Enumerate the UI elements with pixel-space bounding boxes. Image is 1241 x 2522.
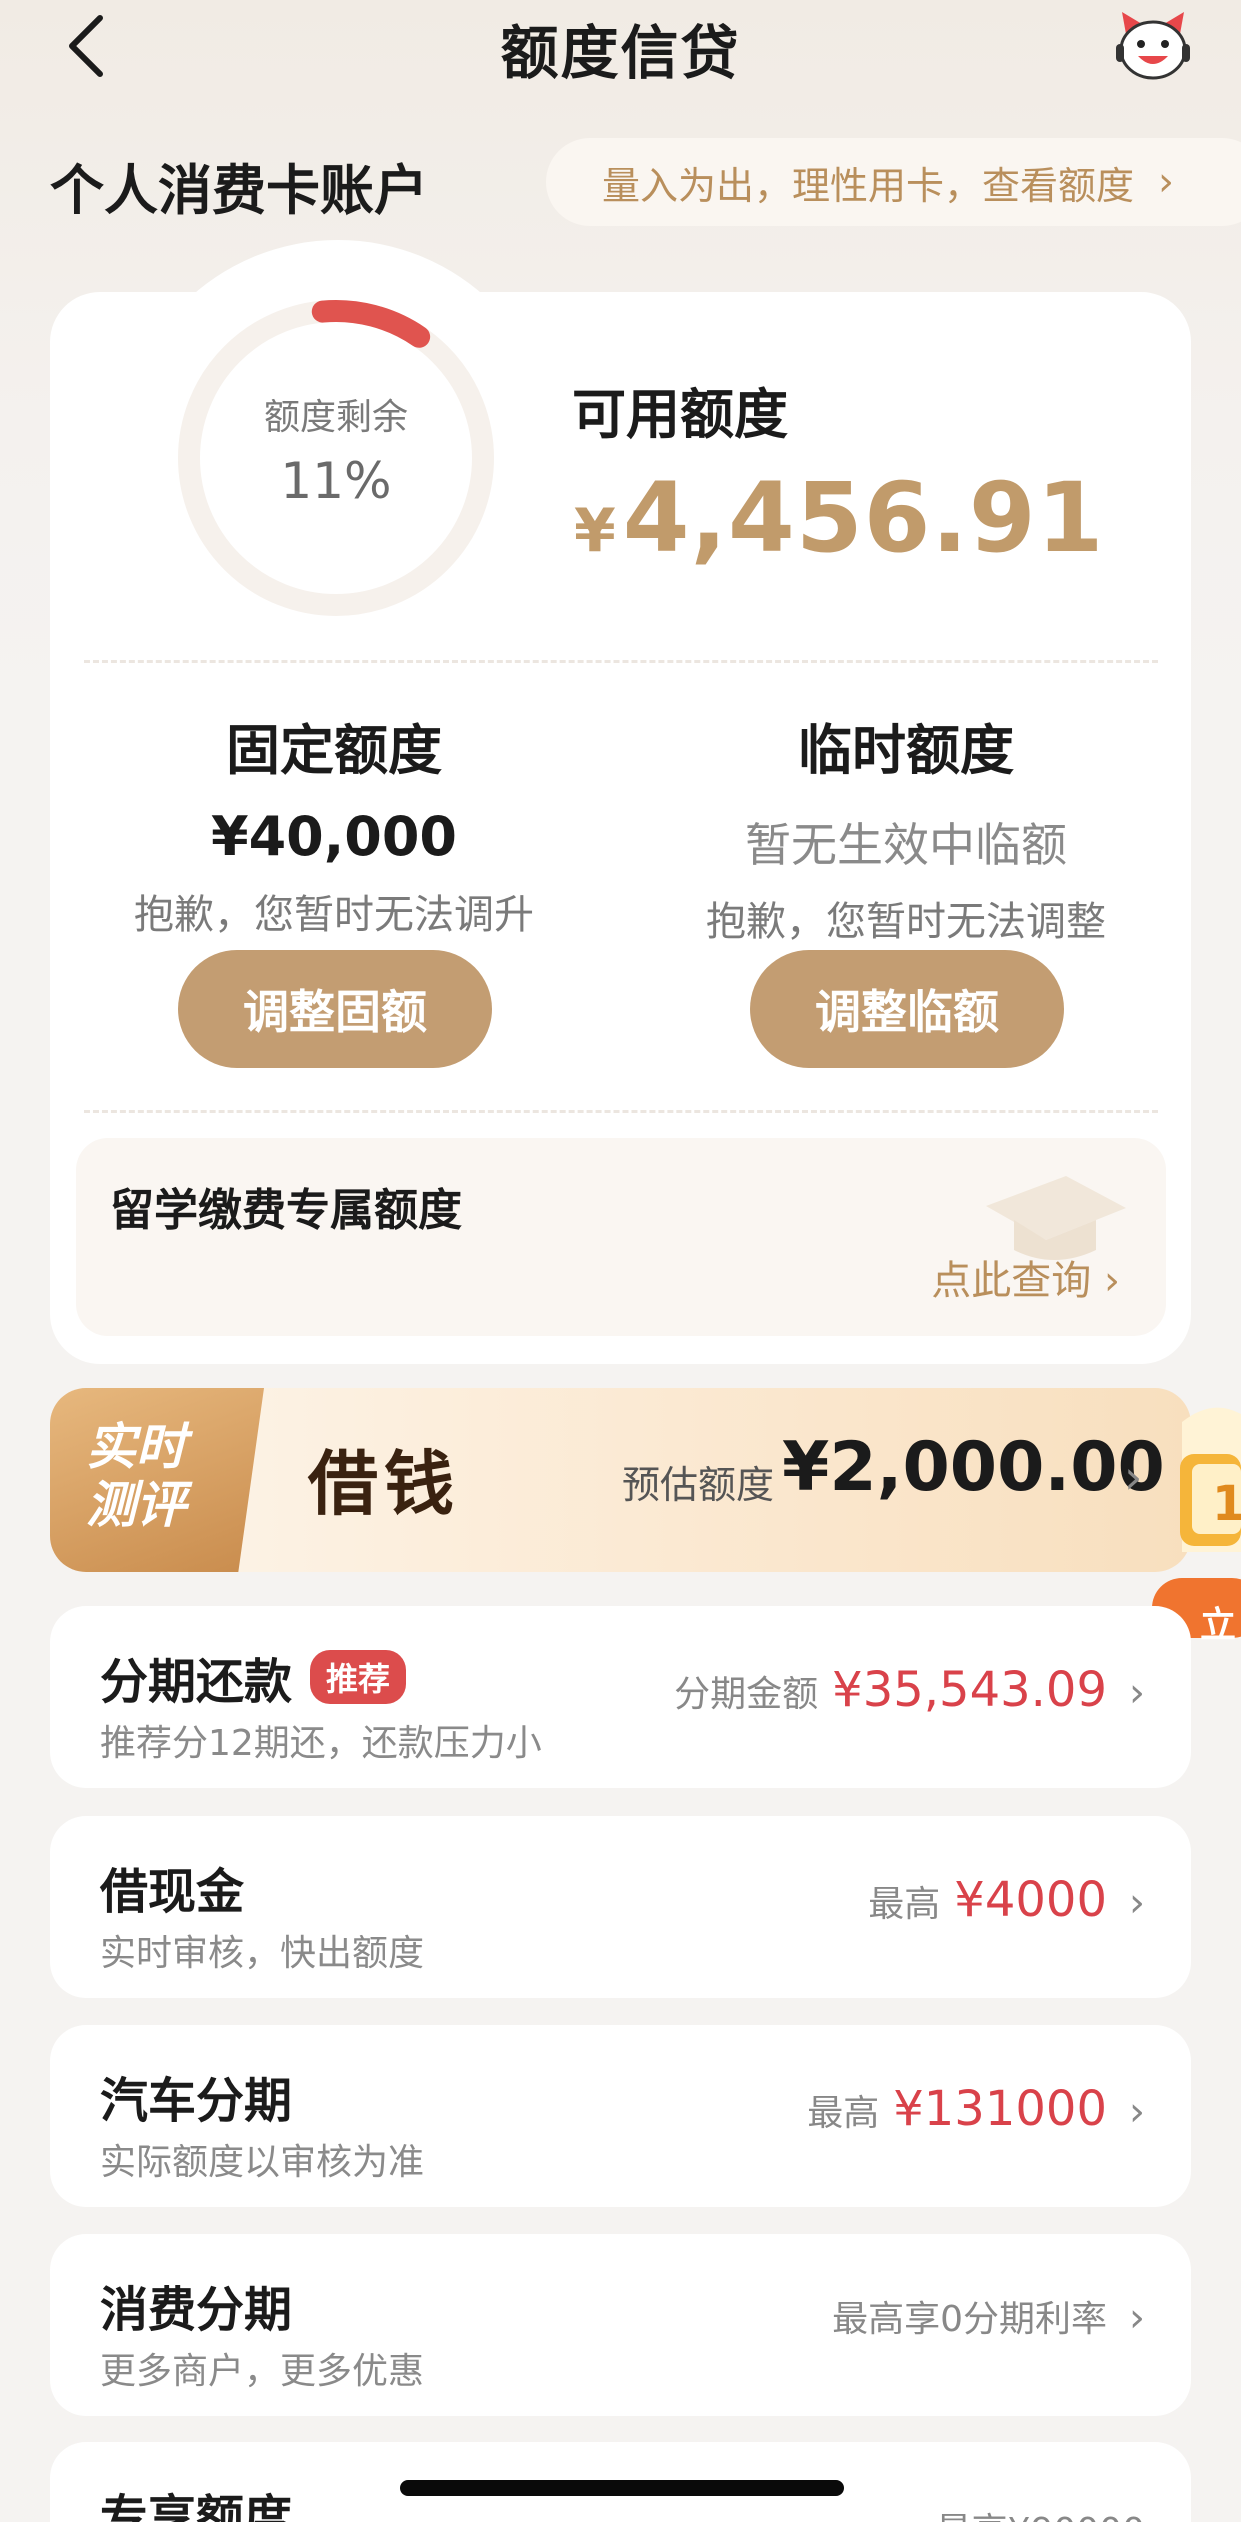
fixed-limit-note: 抱歉，您暂时无法调升 bbox=[134, 892, 534, 938]
adjust-temp-limit-button[interactable]: 调整临额 bbox=[750, 950, 1064, 1068]
borrow-money-banner[interactable]: 实时 测评 借钱 预估额度 ¥2,000.00 › bbox=[50, 1388, 1191, 1572]
fixed-limit-value: ¥40,000 bbox=[211, 805, 457, 868]
temp-limit-note: 抱歉，您暂时无法调整 bbox=[706, 899, 1106, 945]
row-right-info: 最高¥90000 bbox=[936, 2502, 1145, 2522]
divider bbox=[84, 660, 1158, 663]
chevron-right-icon: › bbox=[1129, 1880, 1145, 1926]
row-subtitle: 更多商户，更多优惠 bbox=[100, 2351, 425, 2392]
currency-symbol: ¥ bbox=[574, 496, 617, 566]
estimate-amount: ¥2,000.00 bbox=[782, 1428, 1165, 1507]
fixed-limit-column: 固定额度 ¥40,000 抱歉，您暂时无法调升 bbox=[54, 706, 614, 940]
chevron-right-icon: › bbox=[1129, 2295, 1145, 2341]
consumer-installment-row[interactable]: 消费分期 更多商户，更多优惠 最高享0分期利率 › bbox=[50, 2234, 1191, 2416]
study-abroad-query-link[interactable]: 点此查询 › bbox=[931, 1248, 1120, 1306]
available-credit-label: 可用额度 bbox=[572, 383, 788, 446]
row-right-label: 最高 bbox=[807, 2093, 880, 2134]
chevron-right-icon: › bbox=[1158, 159, 1175, 205]
badge-line-2: 测评 bbox=[86, 1476, 186, 1534]
row-title: 借现金 bbox=[100, 1864, 245, 1920]
recommend-badge: 推荐 bbox=[310, 1650, 407, 1704]
temp-limit-column: 临时额度 暂无生效中临额 抱歉，您暂时无法调整 bbox=[626, 706, 1186, 947]
temp-limit-value: 暂无生效中临额 bbox=[745, 818, 1067, 872]
row-title: 汽车分期 bbox=[100, 2073, 293, 2129]
badge-line-1: 实时 bbox=[86, 1418, 186, 1476]
floating-widget-label: 立 bbox=[1200, 1605, 1237, 1646]
remaining-ring-arc bbox=[311, 300, 431, 348]
row-right-label: 分期金额 bbox=[674, 1674, 819, 1715]
row-right-label: 最高¥90000 bbox=[936, 2502, 1145, 2522]
chevron-right-icon: › bbox=[1129, 2089, 1145, 2135]
row-right-amount: ¥4000 bbox=[954, 1872, 1107, 1928]
borrow-title: 借钱 bbox=[308, 1442, 460, 1525]
remaining-label: 额度剩余 bbox=[263, 397, 408, 438]
estimate-label: 预估额度 bbox=[622, 1463, 775, 1507]
row-subtitle: 推荐分12期还，还款压力小 bbox=[100, 1723, 542, 1764]
page-title: 额度信贷 bbox=[500, 19, 741, 87]
divider bbox=[84, 1110, 1158, 1113]
remaining-percent: 11% bbox=[280, 452, 392, 510]
account-title: 个人消费卡账户 bbox=[50, 159, 428, 222]
available-amount-value: 4,456.91 bbox=[622, 462, 1105, 574]
row-right-amount: ¥35,543.09 bbox=[832, 1662, 1107, 1718]
query-link-text: 点此查询 bbox=[931, 1258, 1092, 1304]
installment-repay-row[interactable]: 分期还款 推荐 推荐分12期还，还款压力小 分期金额 ¥35,543.09 › bbox=[50, 1606, 1191, 1788]
adjust-fixed-limit-button[interactable]: 调整固额 bbox=[178, 950, 492, 1068]
chevron-right-icon: › bbox=[1124, 1450, 1143, 1504]
row-title: 消费分期 bbox=[100, 2282, 293, 2338]
svg-text:1: 1 bbox=[1212, 1476, 1241, 1532]
row-right-info: 最高 ¥4000 › bbox=[868, 1872, 1145, 1928]
row-right-info: 最高 ¥131000 › bbox=[807, 2081, 1145, 2137]
row-title: 分期还款 推荐 bbox=[100, 1642, 407, 1712]
study-abroad-limit-card[interactable]: 留学缴费专属额度 点此查询 › bbox=[76, 1138, 1166, 1336]
available-credit-amount: ¥4,456.91 bbox=[574, 462, 1104, 574]
row-right-info: 最高享0分期利率 › bbox=[832, 2290, 1145, 2342]
row-title: 专享额度 bbox=[100, 2490, 293, 2522]
mascot-service-icon[interactable] bbox=[1112, 6, 1194, 86]
row-right-label: 最高享0分期利率 bbox=[832, 2299, 1107, 2340]
row-title-text: 分期还款 bbox=[100, 1654, 293, 1710]
row-subtitle: 实际额度以审核为准 bbox=[100, 2142, 425, 2183]
cash-loan-row[interactable]: 借现金 实时审核，快出额度 最高 ¥4000 › bbox=[50, 1816, 1191, 1998]
chevron-right-icon: › bbox=[1129, 1670, 1145, 1716]
fixed-limit-title: 固定额度 bbox=[226, 719, 442, 782]
study-abroad-title: 留学缴费专属额度 bbox=[110, 1185, 462, 1236]
chevron-right-icon: › bbox=[1104, 1258, 1120, 1304]
notice-text: 量入为出，理性用卡，查看额度 bbox=[602, 163, 1135, 208]
realtime-evaluation-badge: 实时 测评 bbox=[50, 1388, 264, 1572]
temp-limit-title: 临时额度 bbox=[798, 719, 1014, 782]
home-indicator bbox=[400, 2480, 844, 2496]
row-right-info: 分期金额 ¥35,543.09 › bbox=[674, 1662, 1145, 1718]
car-installment-row[interactable]: 汽车分期 实际额度以审核为准 最高 ¥131000 › bbox=[50, 2025, 1191, 2207]
row-subtitle: 实时审核，快出额度 bbox=[100, 1933, 425, 1974]
row-right-label: 最高 bbox=[868, 1884, 941, 1925]
row-right-amount: ¥131000 bbox=[893, 2081, 1107, 2137]
view-limit-notice-link[interactable]: 量入为出，理性用卡，查看额度 › bbox=[546, 138, 1241, 226]
